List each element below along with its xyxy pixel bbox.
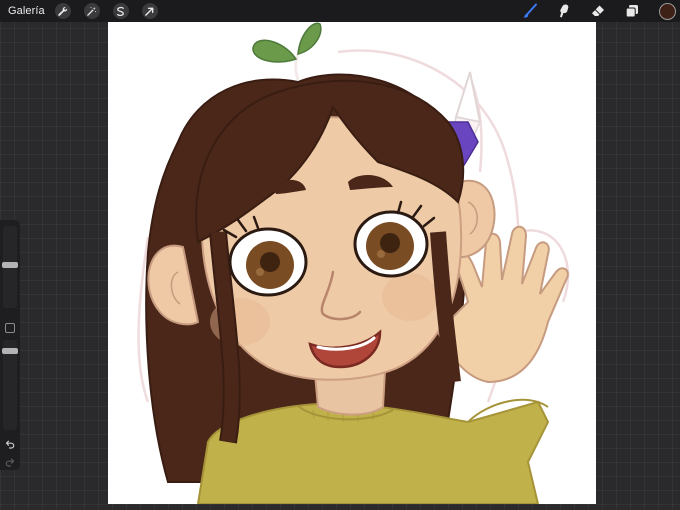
wrench-icon [58,6,68,16]
color-picker-button[interactable] [659,2,676,20]
opacity-thumb[interactable] [2,348,18,354]
actions-button[interactable] [54,3,71,19]
top-toolbar: Galería [0,0,680,22]
smudge-button[interactable] [553,0,575,22]
layers-icon [625,5,638,18]
layers-button[interactable] [621,0,643,22]
selection-button[interactable] [112,3,129,19]
sprout-leaves [252,22,322,81]
magic-wand-icon [87,6,97,16]
left-sidebar [0,220,20,470]
right-tool-group [519,0,680,22]
eraser-icon [592,5,604,16]
smudge-icon [560,4,569,18]
sweater [196,398,550,504]
transform-arrow-icon [145,7,154,16]
eraser-button[interactable] [587,0,609,22]
transform-button[interactable] [141,3,158,19]
gallery-button[interactable]: Galería [8,5,45,17]
undo-icon [5,440,15,449]
redo-icon [5,458,15,467]
brush-button[interactable] [519,0,541,22]
selection-icon [117,6,125,16]
drawing-canvas[interactable] [108,22,596,504]
redo-button[interactable] [3,456,17,468]
undo-button[interactable] [3,438,17,450]
artwork-illustration [137,22,570,504]
brush-size-thumb[interactable] [2,262,18,268]
opacity-slider[interactable] [2,340,18,430]
brush-size-slider[interactable] [2,226,18,308]
adjustments-button[interactable] [83,3,100,19]
modify-button[interactable] [5,323,15,333]
brush-icon [523,3,537,18]
